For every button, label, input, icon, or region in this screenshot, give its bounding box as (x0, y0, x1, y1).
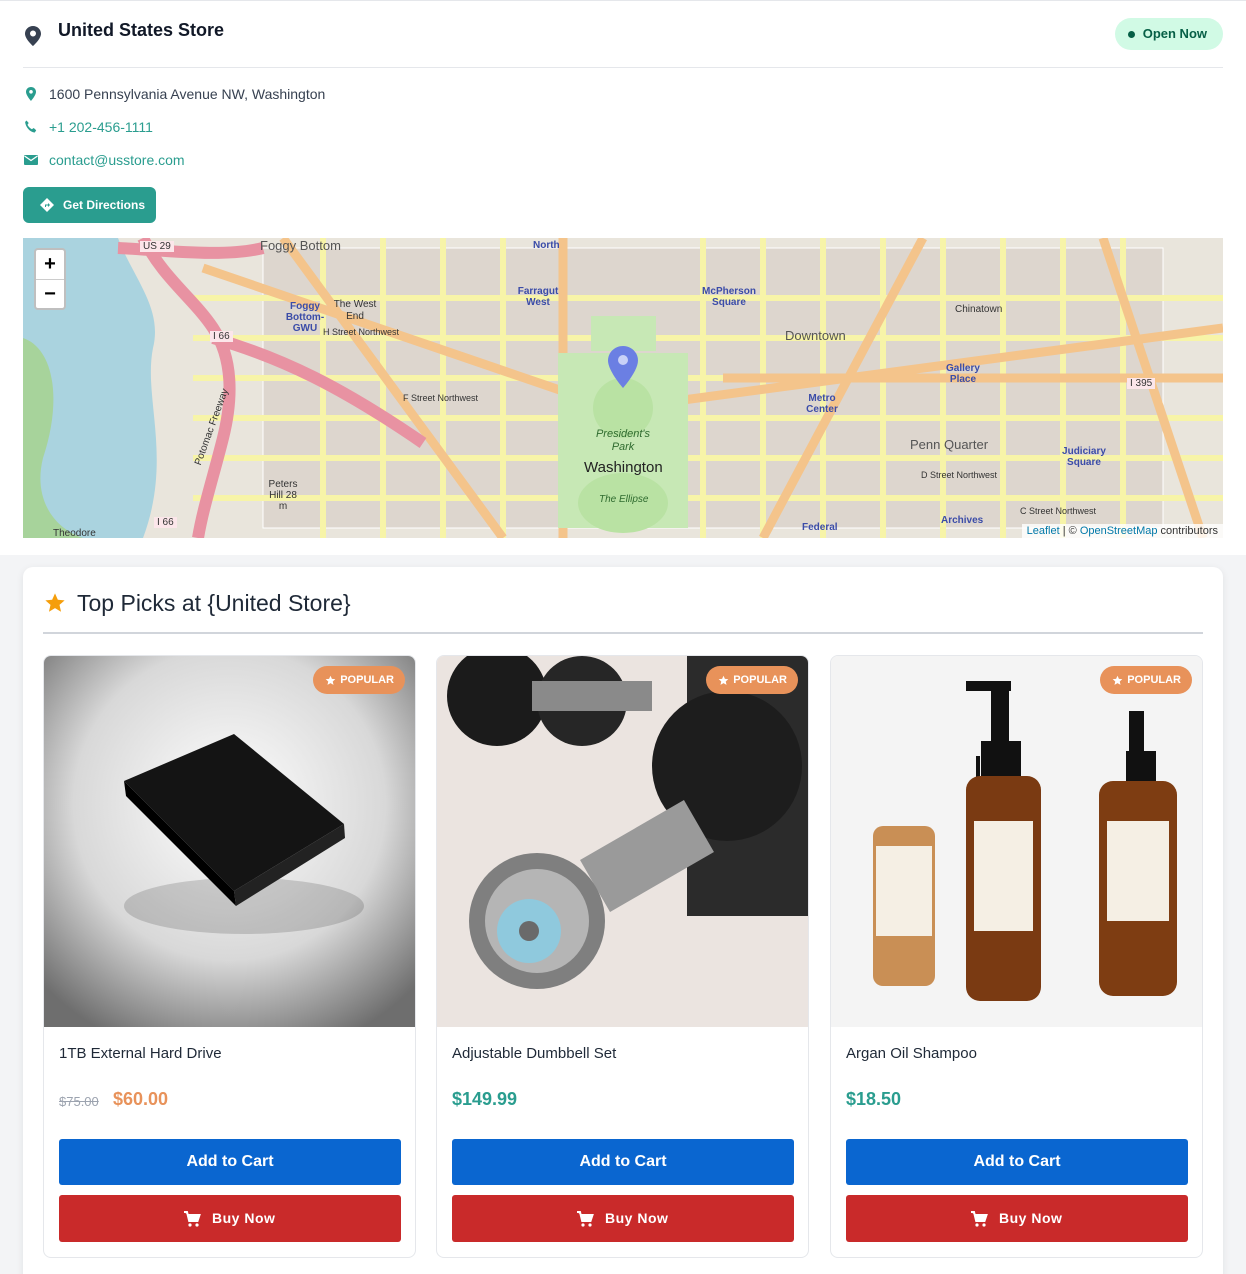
map-label-downtown: Downtown (785, 328, 846, 343)
original-price: $75.00 (59, 1094, 99, 1109)
email-link[interactable]: contact@usstore.com (49, 152, 185, 168)
map-label-h-street: H Street Northwest (323, 327, 400, 337)
buy-now-button[interactable]: Buy Now (846, 1195, 1188, 1242)
map-label-peters-hill: Peters Hill 28 m (268, 479, 298, 512)
map-label-gallery: Gallery Place (946, 363, 980, 385)
badge-label: POPULAR (733, 674, 787, 686)
map-label-farragut: Farragut West (517, 286, 559, 308)
status-badge: Open Now (1114, 18, 1223, 50)
badge-label: POPULAR (1127, 674, 1181, 686)
map-label-north: North (533, 240, 560, 251)
map-label-chinatown: Chinatown (955, 304, 1003, 315)
badge-star-icon (718, 675, 729, 685)
map-label-i66-top: I 66 (210, 331, 233, 342)
map-label-washington: Washington (584, 459, 663, 476)
top-picks-title: Top Picks at {United Store} (77, 590, 351, 616)
map-label-foggy-gwu: Foggy Bottom-GWU (285, 301, 325, 334)
map-location-marker-icon[interactable] (608, 346, 638, 388)
product-image[interactable]: POPULAR (437, 656, 808, 1027)
directions-icon (40, 198, 54, 212)
cart-icon (184, 1211, 201, 1227)
osm-link[interactable]: OpenStreetMap (1080, 525, 1158, 537)
attribution-tail: contributors (1157, 525, 1218, 537)
hard-drive-image (44, 656, 415, 1027)
store-header: United States Store Open Now (23, 18, 1223, 68)
location-pin-icon (25, 26, 41, 46)
buy-now-button[interactable]: Buy Now (59, 1195, 401, 1242)
store-map[interactable]: Foggy Bottom US 29 North Farragut West M… (23, 238, 1223, 538)
add-to-cart-button[interactable]: Add to Cart (452, 1139, 794, 1185)
product-card[interactable]: POPULAR 1TB External Hard Drive $75.00 $… (43, 655, 416, 1258)
map-marker-icon (26, 87, 36, 101)
product-name[interactable]: 1TB External Hard Drive (59, 1045, 222, 1062)
map-label-theodore: Theodore (53, 528, 96, 538)
map-tiles[interactable] (23, 238, 1223, 538)
product-name[interactable]: Adjustable Dumbbell Set (452, 1045, 616, 1062)
map-label-i395: I 395 (1127, 378, 1156, 389)
popular-badge: POPULAR (313, 666, 405, 694)
map-label-west-end: The West End (333, 299, 377, 322)
envelope-icon (24, 155, 38, 165)
product-image[interactable]: POPULAR (44, 656, 415, 1027)
add-to-cart-button[interactable]: Add to Cart (59, 1139, 401, 1185)
map-label-judiciary: Judiciary Square (1062, 446, 1106, 468)
buy-now-button[interactable]: Buy Now (452, 1195, 794, 1242)
zoom-in-button[interactable]: + (36, 250, 64, 279)
map-label-archives: Archives (941, 515, 984, 526)
phone-link[interactable]: +1 202-456-1111 (49, 119, 153, 135)
product-image[interactable]: POPULAR (831, 656, 1202, 1027)
map-label-us29: US 29 (140, 241, 174, 252)
shampoo-image (831, 656, 1202, 1027)
map-zoom-controls: + − (34, 248, 66, 310)
map-label-mcpherson: McPherson Square (702, 286, 756, 308)
map-label-c-street: C Street Northwest (1020, 506, 1097, 516)
zoom-out-button[interactable]: − (36, 279, 64, 308)
top-picks-header: Top Picks at {United Store} (43, 587, 1203, 634)
buy-now-label: Buy Now (605, 1210, 669, 1226)
map-label-penn-quarter: Penn Quarter (910, 437, 989, 452)
badge-star-icon (1112, 675, 1123, 685)
star-icon (45, 593, 65, 612)
get-directions-label: Get Directions (63, 198, 146, 212)
buy-now-label: Buy Now (999, 1210, 1063, 1226)
map-attribution: Leaflet | © OpenStreetMap contributors (1021, 524, 1223, 538)
sale-price: $60.00 (113, 1089, 169, 1109)
popular-badge: POPULAR (1100, 666, 1192, 694)
status-dot-icon (1127, 31, 1135, 38)
map-label-d-street: D Street Northwest (921, 470, 998, 480)
badge-label: POPULAR (340, 674, 394, 686)
top-picks-section: Top Picks at {United Store} POPULAR 1TB … (23, 567, 1223, 1274)
map-label-i66-bottom: I 66 (154, 517, 177, 528)
leaflet-link[interactable]: Leaflet (1027, 525, 1060, 537)
map-label-ellipse: The Ellipse (599, 494, 649, 505)
dumbbell-image (437, 656, 808, 1027)
cart-icon (577, 1211, 594, 1227)
store-panel: United States Store Open Now 1600 Pennsy… (0, 0, 1246, 555)
add-to-cart-button[interactable]: Add to Cart (846, 1139, 1188, 1185)
store-name: United States Store (58, 20, 225, 40)
address-text: 1600 Pennsylvania Avenue NW, Washington (49, 86, 326, 102)
price: $18.50 (846, 1089, 902, 1109)
map-label-foggy-bottom: Foggy Bottom (260, 238, 341, 253)
map-label-f-street: F Street Northwest (403, 393, 479, 403)
attribution-separator: | © (1059, 525, 1080, 537)
badge-star-icon (325, 675, 336, 685)
phone-icon (25, 120, 37, 133)
map-label-presidents-park: President's Park (595, 428, 651, 453)
popular-badge: POPULAR (706, 666, 798, 694)
get-directions-button[interactable]: Get Directions (23, 187, 156, 223)
product-card[interactable]: POPULAR Argan Oil Shampoo $18.50 Add to … (830, 655, 1203, 1258)
cart-icon (971, 1211, 988, 1227)
map-label-federal: Federal (802, 522, 838, 533)
product-card[interactable]: POPULAR Adjustable Dumbbell Set $149.99 … (436, 655, 809, 1258)
map-label-metro-center: Metro Center (806, 393, 838, 415)
status-text: Open Now (1142, 26, 1207, 41)
product-name[interactable]: Argan Oil Shampoo (846, 1045, 977, 1062)
buy-now-label: Buy Now (212, 1210, 276, 1226)
price: $149.99 (452, 1089, 518, 1109)
